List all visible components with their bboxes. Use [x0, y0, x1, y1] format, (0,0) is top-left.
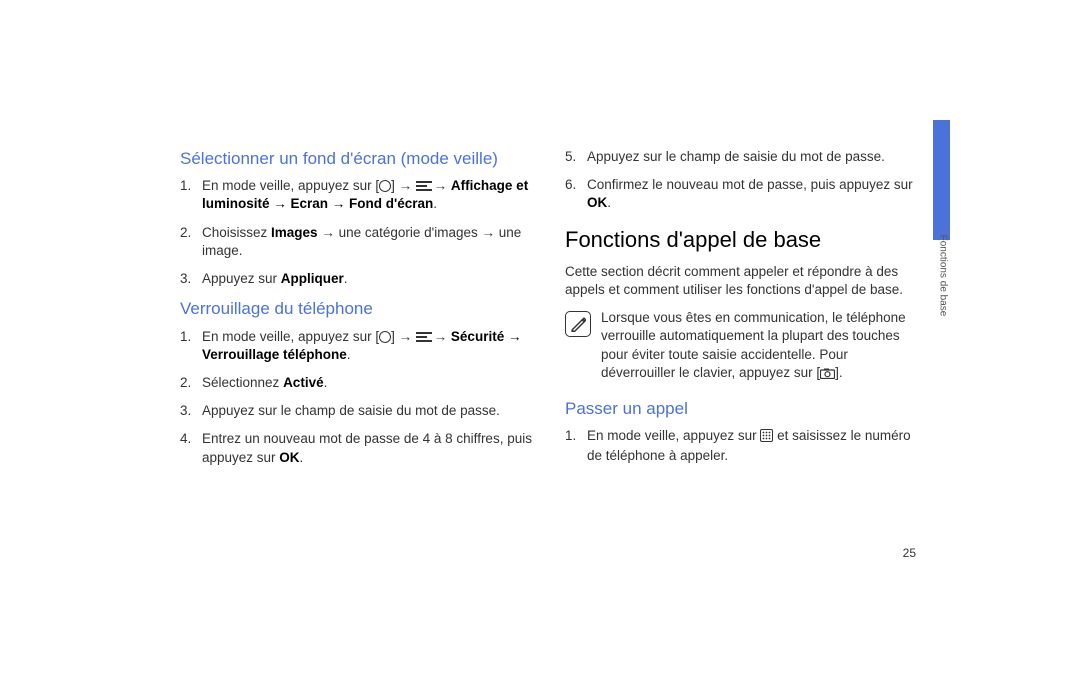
camera-icon: [820, 366, 835, 384]
intro-paragraph: Cette section décrit comment appeler et …: [565, 263, 925, 299]
step: En mode veille, appuyez sur [] → → Sécur…: [180, 328, 535, 364]
tab-indicator: [933, 120, 950, 240]
keypad-icon: [760, 429, 773, 447]
step: Sélectionnez Activé.: [180, 374, 535, 392]
right-column: Appuyez sur le champ de saisie du mot de…: [565, 148, 925, 477]
step: En mode veille, appuyez sur [] → → Affic…: [180, 177, 535, 213]
side-tab: Fonctions de base: [933, 120, 950, 420]
heading-wallpaper: Sélectionner un fond d'écran (mode veill…: [180, 148, 535, 169]
step: Appuyez sur le champ de saisie du mot de…: [180, 402, 535, 420]
step: Confirmez le nouveau mot de passe, puis …: [565, 176, 925, 212]
step: Appuyez sur le champ de saisie du mot de…: [565, 148, 925, 166]
section-title-calls: Fonctions d'appel de base: [565, 227, 925, 253]
page-number: 25: [903, 546, 916, 560]
lock-steps-continued: Appuyez sur le champ de saisie du mot de…: [565, 148, 925, 213]
tab-label: Fonctions de base: [938, 231, 949, 321]
menu-icon: [416, 181, 430, 191]
heading-lock: Verrouillage du téléphone: [180, 298, 535, 319]
make-call-steps: En mode veille, appuyez sur et saisissez…: [565, 427, 925, 465]
circle-icon: [379, 180, 391, 192]
wallpaper-steps: En mode veille, appuyez sur [] → → Affic…: [180, 177, 535, 288]
note-icon: [565, 311, 591, 337]
lock-steps: En mode veille, appuyez sur [] → → Sécur…: [180, 328, 535, 467]
note-text: Lorsque vous êtes en communication, le t…: [601, 309, 925, 384]
left-column: Sélectionner un fond d'écran (mode veill…: [180, 148, 535, 477]
circle-icon: [379, 331, 391, 343]
heading-make-call: Passer un appel: [565, 398, 925, 419]
step: Choisissez Images → une catégorie d'imag…: [180, 224, 535, 260]
step: En mode veille, appuyez sur et saisissez…: [565, 427, 925, 465]
step: Entrez un nouveau mot de passe de 4 à 8 …: [180, 430, 535, 466]
menu-icon: [416, 332, 430, 342]
note-box: Lorsque vous êtes en communication, le t…: [565, 309, 925, 384]
step: Appuyez sur Appliquer.: [180, 270, 535, 288]
